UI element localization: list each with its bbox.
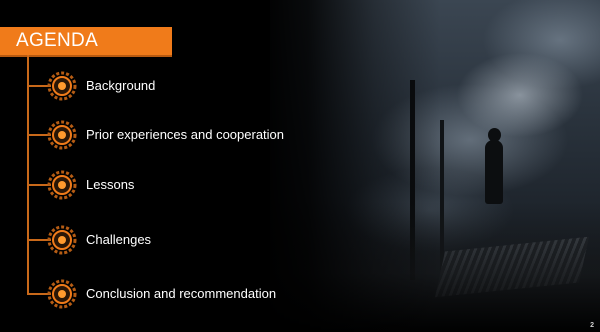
- photo-figure: [485, 140, 503, 204]
- page-title: AGENDA: [16, 30, 99, 51]
- page-number: 2: [590, 322, 594, 329]
- gear-bullet-icon: [47, 120, 77, 150]
- gear-bullet-icon: [47, 225, 77, 255]
- agenda-item-label: Lessons: [86, 177, 135, 192]
- agenda-item-label: Prior experiences and cooperation: [86, 127, 285, 142]
- title-bar-shadow: [0, 55, 172, 57]
- agenda-item-label: Conclusion and recommendation: [86, 286, 277, 301]
- slide: AGENDA Background Prior experiences and …: [0, 0, 600, 332]
- gear-bullet-icon: [47, 279, 77, 309]
- agenda-item-label: Background: [86, 78, 156, 93]
- agenda-item-label: Challenges: [86, 232, 152, 247]
- gear-bullet-icon: [47, 170, 77, 200]
- gear-bullet-icon: [47, 71, 77, 101]
- agenda-connector-line: [27, 55, 29, 295]
